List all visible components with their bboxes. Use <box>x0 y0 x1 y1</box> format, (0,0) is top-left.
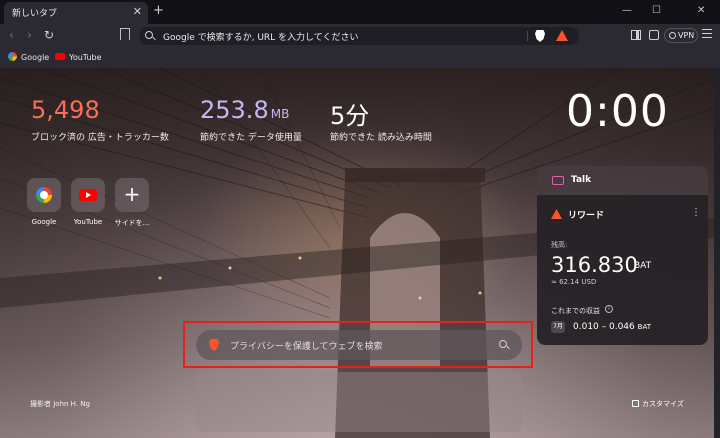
time-saved-count: 5分 <box>330 102 370 130</box>
sidebar-icon[interactable] <box>631 30 641 40</box>
talk-label: Talk <box>571 175 592 185</box>
plus-icon: + <box>123 182 141 206</box>
scrollbar[interactable] <box>714 68 720 438</box>
vpn-icon <box>669 32 676 39</box>
news-card[interactable] <box>196 372 522 432</box>
new-tab-button[interactable]: + <box>153 4 164 18</box>
top-site-youtube[interactable] <box>71 178 105 212</box>
top-site-google[interactable] <box>27 178 61 212</box>
vpn-label: VPN <box>678 31 695 40</box>
top-site-label: YouTube <box>73 218 103 226</box>
video-camera-icon <box>552 176 564 185</box>
top-site-label: サイドを... <box>114 219 150 227</box>
ads-blocked-count: 5,498 <box>31 96 100 124</box>
data-saved-unit: MB <box>270 107 290 121</box>
forward-button[interactable]: › <box>27 28 32 42</box>
vpn-button[interactable]: VPN <box>664 28 698 43</box>
earnings-label: これまでの収益 <box>551 307 600 315</box>
tab-new-tab[interactable]: 新しいタブ ✕ <box>4 2 148 24</box>
ads-blocked-label: ブロック済の 広告・トラッカー数 <box>31 133 169 143</box>
address-bar[interactable]: Google で検索するか, URL を入力してください <box>139 27 579 45</box>
month-badge: 7月 <box>551 321 565 333</box>
top-site-label: Google <box>31 218 57 226</box>
back-button[interactable]: ‹ <box>9 28 14 42</box>
youtube-icon <box>79 189 97 201</box>
tab-close-icon[interactable]: ✕ <box>133 5 142 19</box>
rewards-icon[interactable] <box>556 30 568 41</box>
info-icon[interactable]: i <box>605 305 613 313</box>
minimize-button[interactable]: — <box>622 4 632 18</box>
maximize-button[interactable]: ☐ <box>652 4 661 18</box>
balance-value: 316.830 <box>551 253 638 277</box>
time-saved-label: 節約できた 読み込み時間 <box>330 133 432 143</box>
talk-widget[interactable]: Talk <box>537 166 708 195</box>
balance-unit: BAT <box>634 261 652 271</box>
customize-icon <box>632 400 639 407</box>
youtube-icon <box>55 53 65 60</box>
earnings-unit: BAT <box>637 323 651 331</box>
search-icon <box>145 31 153 39</box>
title-bar: 新しいタブ ✕ + — ☐ ✕ <box>0 0 720 24</box>
balance-label: 残高: <box>551 241 568 249</box>
bat-triangle-icon <box>551 209 562 219</box>
rewards-menu-icon[interactable]: ⋮ <box>691 207 701 218</box>
add-site-button[interactable]: + <box>115 178 149 212</box>
data-saved-label: 節約できた データ使用量 <box>200 133 302 143</box>
photo-credit[interactable]: 撮影者 John H. Ng <box>30 399 90 409</box>
menu-icon[interactable] <box>702 29 712 40</box>
tab-title: 新しいタブ <box>12 9 58 19</box>
brave-shields-icon[interactable] <box>535 30 545 42</box>
wallet-icon[interactable] <box>649 30 659 40</box>
clock: 0:00 <box>566 86 669 137</box>
divider <box>527 31 528 41</box>
reload-button[interactable]: ↻ <box>44 28 54 42</box>
bookmark-youtube[interactable]: YouTube <box>69 53 102 62</box>
close-window-button[interactable]: ✕ <box>697 4 705 18</box>
balance-usd: ≈ 62.14 USD <box>551 278 597 286</box>
rewards-widget: リワード ⋮ 残高: 316.830 BAT ≈ 62.14 USD これまでの… <box>537 195 708 345</box>
google-icon <box>8 52 17 61</box>
highlight-box <box>183 321 533 368</box>
data-saved-count: 253.8 MB <box>200 96 290 124</box>
rewards-title: リワード <box>568 211 605 221</box>
bookmarks-bar: Google YouTube <box>0 48 720 68</box>
bookmark-google[interactable]: Google <box>21 53 49 62</box>
earnings-range: 0.010 – 0.046 BAT <box>573 322 651 332</box>
google-icon <box>36 187 52 203</box>
bookmark-icon[interactable] <box>120 28 130 40</box>
address-placeholder[interactable]: Google で検索するか, URL を入力してください <box>163 30 359 43</box>
customize-button[interactable]: カスタマイズ <box>642 399 684 409</box>
